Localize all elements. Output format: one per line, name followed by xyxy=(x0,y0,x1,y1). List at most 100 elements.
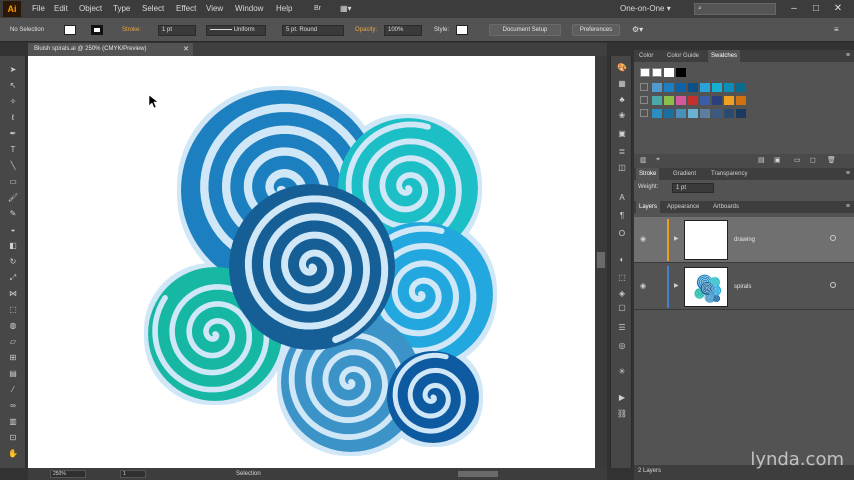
swatch[interactable] xyxy=(652,83,662,92)
swatch-options-icon[interactable]: ▤ xyxy=(758,156,765,164)
rectangle-tool-icon[interactable]: ▭ xyxy=(6,176,20,188)
swatch[interactable] xyxy=(724,83,734,92)
artboard-tool-icon[interactable]: ⊡ xyxy=(6,432,20,444)
expand-caret-icon[interactable]: ▶ xyxy=(674,282,679,289)
type-tool-icon[interactable]: T xyxy=(6,144,20,156)
swatch[interactable] xyxy=(652,109,662,118)
swatch[interactable] xyxy=(676,83,686,92)
swatch-group-folder-icon[interactable] xyxy=(640,109,648,117)
eyedropper-tool-icon[interactable]: ⁄ xyxy=(6,384,20,396)
stroke-profile-select[interactable]: Uniform xyxy=(206,25,266,36)
tab-appearance[interactable]: Appearance xyxy=(664,201,702,213)
lasso-tool-icon[interactable]: ℓ xyxy=(6,112,20,124)
magic-wand-tool-icon[interactable]: ✧ xyxy=(6,96,20,108)
width-tool-icon[interactable]: ⋈ xyxy=(6,288,20,300)
swatch-group-folder-icon[interactable] xyxy=(640,83,648,91)
target-circle-icon[interactable] xyxy=(830,235,836,241)
graphic-styles-icon[interactable]: ▣ xyxy=(616,128,628,139)
menu-window[interactable]: Window xyxy=(235,0,263,18)
bridge-icon[interactable]: Br xyxy=(314,0,321,18)
stroke-label[interactable]: Stroke: xyxy=(122,18,141,42)
menu-help[interactable]: Help xyxy=(276,0,292,18)
selection-tool-icon[interactable]: ➤ xyxy=(6,64,20,76)
line-tool-icon[interactable]: ╲ xyxy=(6,160,20,172)
swatch[interactable] xyxy=(712,96,722,105)
layer-name[interactable]: drawing xyxy=(734,217,755,263)
menu-select[interactable]: Select xyxy=(142,0,164,18)
paintbrush-tool-icon[interactable]: 🖌 xyxy=(6,192,20,204)
menu-view[interactable]: View xyxy=(206,0,223,18)
swatch-white[interactable] xyxy=(664,68,674,77)
zoom-field[interactable]: 250% xyxy=(50,470,86,478)
target-circle-icon[interactable] xyxy=(830,282,836,288)
perspective-tool-icon[interactable]: ▱ xyxy=(6,336,20,348)
eraser-tool-icon[interactable]: ◧ xyxy=(6,240,20,252)
align-panel-icon[interactable]: ≣ xyxy=(616,146,628,157)
document-tab[interactable]: Bluish spirals.ai @ 250% (CMYK/Preview) … xyxy=(28,43,193,56)
direct-selection-tool-icon[interactable]: ↖ xyxy=(6,80,20,92)
opacity-label[interactable]: Opacity: xyxy=(355,18,377,42)
current-tool-status[interactable]: Selection xyxy=(236,468,261,480)
spiral-shape[interactable] xyxy=(387,351,479,443)
menu-file[interactable]: File xyxy=(32,0,45,18)
new-swatch-icon[interactable]: ◻ xyxy=(810,156,816,164)
brushes-panel-icon[interactable]: ♣ xyxy=(616,94,628,105)
swatch[interactable] xyxy=(736,96,746,105)
spirals-artwork[interactable] xyxy=(28,56,595,468)
close-window-button[interactable]: ✕ xyxy=(828,0,848,18)
swatch[interactable] xyxy=(736,83,746,92)
swatch[interactable] xyxy=(688,83,698,92)
stroke-swatch[interactable] xyxy=(91,25,103,35)
paragraph-panel-icon[interactable]: ¶ xyxy=(616,210,628,221)
menu-object[interactable]: Object xyxy=(79,0,102,18)
color-panel-icon[interactable]: 🎨 xyxy=(616,62,628,73)
swatch-libraries-icon[interactable]: ▥ xyxy=(640,156,647,164)
swatches-panel-menu-icon[interactable]: ≡ xyxy=(846,50,850,62)
tab-stroke[interactable]: Stroke xyxy=(636,168,660,180)
opacity-field[interactable]: 100% xyxy=(384,25,422,36)
blob-brush-tool-icon[interactable]: ◒ xyxy=(6,224,20,236)
swatch[interactable] xyxy=(724,109,734,118)
free-transform-tool-icon[interactable]: ⬚ xyxy=(6,304,20,316)
swatch[interactable] xyxy=(700,96,710,105)
symbols-panel-icon[interactable]: ❀ xyxy=(616,110,628,121)
control-panel-menu-icon[interactable]: ≡ xyxy=(834,18,839,42)
tab-color-guide[interactable]: Color Guide xyxy=(664,50,702,62)
swatch-registration[interactable] xyxy=(652,68,662,77)
fill-swatch[interactable] xyxy=(64,25,76,35)
transform-panel-icon[interactable]: ⬚ xyxy=(616,272,628,283)
links-panel-icon[interactable]: ⛓ xyxy=(616,408,628,419)
visibility-eye-icon[interactable]: ◉ xyxy=(640,235,646,243)
tab-transparency[interactable]: Transparency xyxy=(708,168,750,180)
artboards-panel-icon[interactable]: ▢ xyxy=(616,302,628,313)
visibility-eye-icon[interactable]: ◉ xyxy=(640,282,646,290)
layer-row-spirals[interactable]: ◉ ▶ spirals xyxy=(634,264,854,310)
menu-type[interactable]: Type xyxy=(113,0,130,18)
scale-tool-icon[interactable]: ⤢ xyxy=(6,272,20,284)
hand-tool-icon[interactable]: ✋ xyxy=(6,448,20,460)
swatch[interactable] xyxy=(664,83,674,92)
layers-panel-menu-icon[interactable]: ≡ xyxy=(846,201,850,213)
swatch[interactable] xyxy=(712,109,722,118)
tab-gradient[interactable]: Gradient xyxy=(670,168,699,180)
menu-effect[interactable]: Effect xyxy=(176,0,196,18)
workspace-switcher[interactable]: One-on-One ▾ xyxy=(620,0,671,18)
blend-tool-icon[interactable]: ∞ xyxy=(6,400,20,412)
swatch[interactable] xyxy=(652,96,662,105)
swatch[interactable] xyxy=(676,96,686,105)
search-input[interactable]: ⌕ xyxy=(694,3,776,15)
swatch[interactable] xyxy=(676,109,686,118)
shape-builder-tool-icon[interactable]: ◍ xyxy=(6,320,20,332)
opentype-panel-icon[interactable]: O xyxy=(616,228,628,239)
delete-swatch-icon[interactable]: 🗑 xyxy=(827,156,836,164)
expand-caret-icon[interactable]: ▶ xyxy=(674,235,679,242)
swatches-panel-icon[interactable]: ▦ xyxy=(616,78,628,89)
navigator-panel-icon[interactable]: ✳ xyxy=(616,366,628,377)
minimize-button[interactable]: – xyxy=(784,0,804,18)
stroke-panel-menu-icon[interactable]: ≡ xyxy=(846,168,850,180)
arrange-icon[interactable]: ⚙▾ xyxy=(632,18,643,42)
style-swatch[interactable] xyxy=(456,25,468,35)
swatch-none[interactable] xyxy=(640,68,650,77)
swatch[interactable] xyxy=(664,109,674,118)
character-panel-icon[interactable]: A xyxy=(616,192,628,203)
